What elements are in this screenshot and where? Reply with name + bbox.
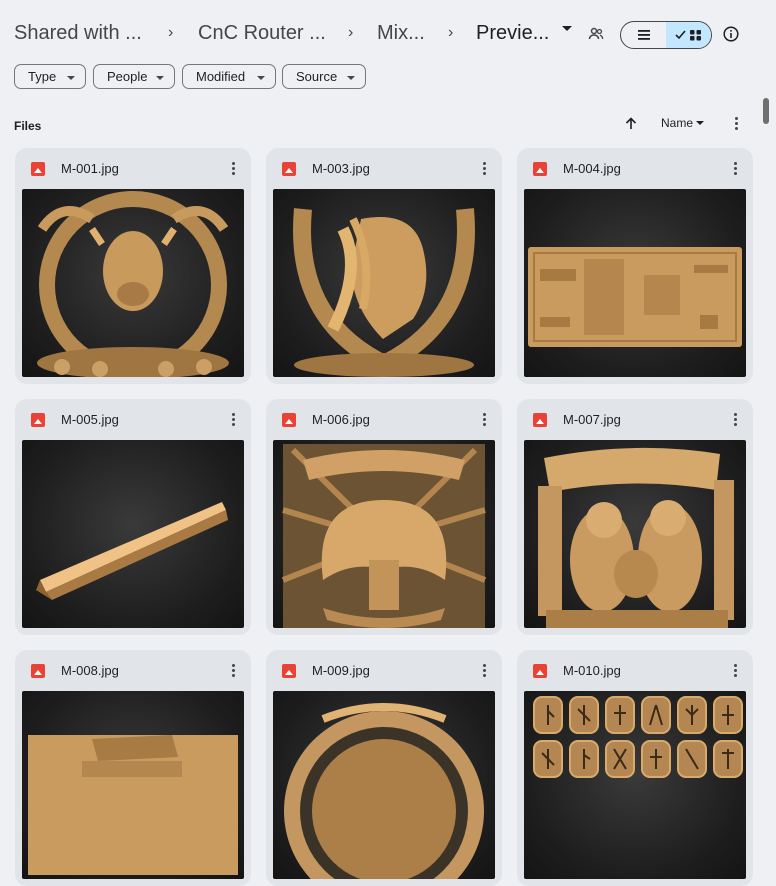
image-file-icon <box>31 162 45 176</box>
file-card[interactable]: M-003.jpg <box>266 148 502 384</box>
grid-view-icon <box>674 30 701 41</box>
image-file-icon <box>533 162 547 176</box>
more-vert-icon[interactable] <box>474 409 494 429</box>
more-vert-icon[interactable] <box>725 158 745 178</box>
people-icon[interactable] <box>586 24 606 44</box>
top-bar: Shared with ... › CnC Router ... › Mix..… <box>0 0 776 64</box>
image-file-icon <box>533 664 547 678</box>
file-card-header: M-004.jpg <box>517 148 753 188</box>
file-name: M-005.jpg <box>61 412 119 427</box>
file-thumbnail[interactable] <box>524 440 746 628</box>
filter-type-label: Type <box>28 69 57 84</box>
file-card-header: M-007.jpg <box>517 399 753 439</box>
more-vert-icon[interactable] <box>223 660 243 680</box>
folder-menu-dropdown-icon[interactable] <box>562 26 572 31</box>
list-view-icon <box>637 30 650 40</box>
chevron-right-icon: › <box>348 24 354 41</box>
more-vert-icon[interactable] <box>474 660 494 680</box>
image-file-icon <box>533 413 547 427</box>
file-thumbnail[interactable] <box>524 691 746 879</box>
file-card[interactable]: M-006.jpg <box>266 399 502 635</box>
filter-modified-chip[interactable]: Modified <box>182 64 276 89</box>
scrollbar-thumb[interactable] <box>763 98 769 124</box>
more-vert-icon[interactable] <box>729 114 743 132</box>
arrow-up-icon[interactable] <box>622 114 640 132</box>
more-vert-icon[interactable] <box>725 409 745 429</box>
info-icon[interactable] <box>721 24 741 44</box>
filter-source-label: Source <box>296 69 338 84</box>
more-vert-icon[interactable] <box>223 409 243 429</box>
file-card[interactable]: M-008.jpg <box>15 650 251 886</box>
image-file-icon <box>282 162 296 176</box>
grid-view-button[interactable] <box>666 22 711 48</box>
dropdown-icon <box>67 76 75 80</box>
file-name: M-001.jpg <box>61 161 119 176</box>
image-file-icon <box>31 664 45 678</box>
file-name: M-007.jpg <box>563 412 621 427</box>
more-vert-icon[interactable] <box>725 660 745 680</box>
file-thumbnail[interactable] <box>22 691 244 879</box>
file-thumbnail[interactable] <box>273 189 495 377</box>
breadcrumb-cnc-router[interactable]: CnC Router ... <box>198 22 326 45</box>
more-vert-icon[interactable] <box>474 158 494 178</box>
image-file-icon <box>31 413 45 427</box>
file-card-header: M-008.jpg <box>15 650 251 690</box>
dropdown-icon <box>257 76 265 80</box>
file-card[interactable]: M-005.jpg <box>15 399 251 635</box>
file-card[interactable]: M-004.jpg <box>517 148 753 384</box>
file-thumbnail[interactable] <box>273 440 495 628</box>
dropdown-icon <box>156 76 164 80</box>
file-card[interactable]: M-007.jpg <box>517 399 753 635</box>
file-card-header: M-003.jpg <box>266 148 502 188</box>
file-name: M-009.jpg <box>312 663 370 678</box>
breadcrumb-mix[interactable]: Mix... <box>377 22 425 45</box>
section-title: Files <box>14 119 42 133</box>
file-card[interactable]: M-001.jpg <box>15 148 251 384</box>
sort-label: Name <box>661 116 694 130</box>
image-file-icon <box>282 413 296 427</box>
file-name: M-010.jpg <box>563 663 621 678</box>
file-name: M-003.jpg <box>312 161 370 176</box>
file-name: M-006.jpg <box>312 412 370 427</box>
file-name: M-008.jpg <box>61 663 119 678</box>
file-thumbnail[interactable] <box>22 440 244 628</box>
sort-by-name-button[interactable]: Name <box>661 116 693 130</box>
file-thumbnail[interactable] <box>273 691 495 879</box>
file-card[interactable]: M-010.jpg <box>517 650 753 886</box>
file-card-header: M-010.jpg <box>517 650 753 690</box>
filter-people-chip[interactable]: People <box>93 64 175 89</box>
file-card-header: M-001.jpg <box>15 148 251 188</box>
image-file-icon <box>282 664 296 678</box>
more-vert-icon[interactable] <box>223 158 243 178</box>
file-card-header: M-005.jpg <box>15 399 251 439</box>
list-view-button[interactable] <box>621 22 666 48</box>
file-card[interactable]: M-009.jpg <box>266 650 502 886</box>
file-name: M-004.jpg <box>563 161 621 176</box>
chevron-right-icon: › <box>168 24 174 41</box>
filter-type-chip[interactable]: Type <box>14 64 86 89</box>
filter-people-label: People <box>107 69 148 84</box>
view-toggle <box>620 21 712 49</box>
sort-dropdown-icon[interactable] <box>696 121 704 125</box>
file-thumbnail[interactable] <box>22 189 244 377</box>
dropdown-icon <box>347 76 355 80</box>
file-card-header: M-009.jpg <box>266 650 502 690</box>
breadcrumb-current-folder[interactable]: Previe... <box>476 22 549 45</box>
filter-source-chip[interactable]: Source <box>282 64 366 89</box>
file-thumbnail[interactable] <box>524 189 746 377</box>
chevron-right-icon: › <box>448 24 454 41</box>
file-card-header: M-006.jpg <box>266 399 502 439</box>
breadcrumb-shared-with-me[interactable]: Shared with ... <box>14 22 142 45</box>
filter-modified-label: Modified <box>196 69 246 84</box>
